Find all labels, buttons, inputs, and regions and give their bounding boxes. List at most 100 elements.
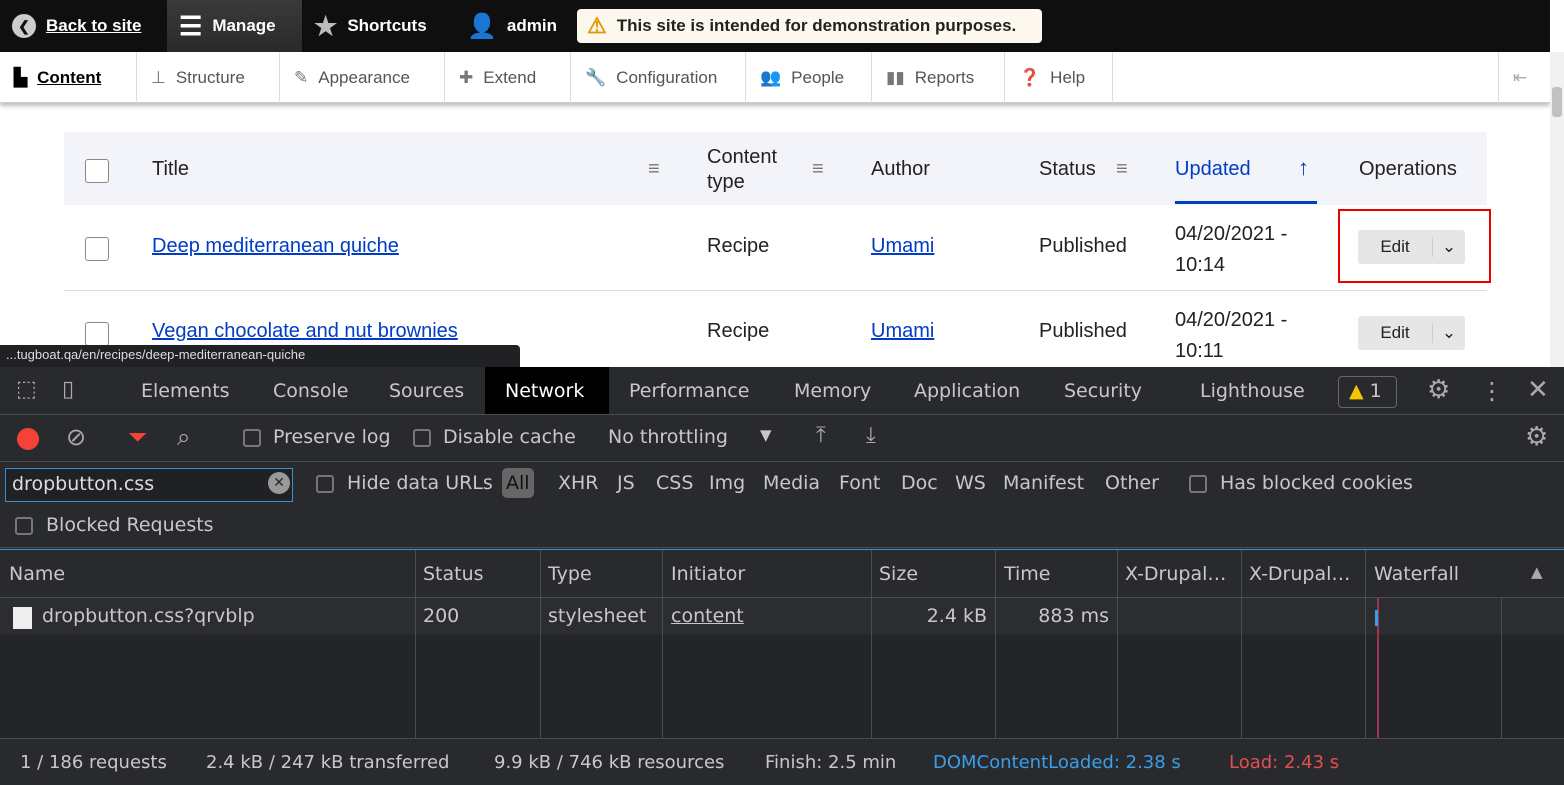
- sort-icon[interactable]: ≡: [648, 158, 660, 181]
- dropdown-arrow-icon[interactable]: ▼: [760, 426, 772, 444]
- col-x-drupal-1[interactable]: X-Drupal…: [1125, 563, 1226, 585]
- type-filter-xhr[interactable]: XHR: [558, 472, 599, 494]
- preserve-log-checkbox[interactable]: [243, 429, 261, 447]
- sort-asc-icon[interactable]: ↑: [1298, 155, 1309, 181]
- blocked-requests-checkbox[interactable]: [15, 517, 33, 535]
- tab-security[interactable]: Security: [1064, 380, 1142, 402]
- type-filter-manifest[interactable]: Manifest: [1003, 472, 1084, 494]
- export-har-icon[interactable]: ⤓: [866, 423, 876, 448]
- tab-lighthouse[interactable]: Lighthouse: [1200, 380, 1305, 402]
- tab-console[interactable]: Console: [273, 380, 348, 402]
- hide-data-urls-checkbox[interactable]: [316, 475, 334, 493]
- settings-gear-icon[interactable]: ⚙: [1427, 375, 1450, 405]
- tab-memory[interactable]: Memory: [794, 380, 871, 402]
- tray-item-appearance[interactable]: ✎ Appearance: [280, 52, 445, 103]
- record-icon[interactable]: [17, 428, 39, 450]
- tab-sources[interactable]: Sources: [389, 380, 464, 402]
- tray-item-people[interactable]: 👥 People: [746, 52, 872, 103]
- col-type[interactable]: Type: [548, 563, 592, 585]
- import-har-icon[interactable]: ⤒: [816, 423, 826, 448]
- warning-count: 1: [1369, 380, 1382, 402]
- type-filter-img[interactable]: Img: [709, 472, 745, 494]
- warnings-badge[interactable]: ▲ 1: [1338, 376, 1397, 408]
- device-toolbar-icon[interactable]: ▯: [62, 377, 74, 402]
- edit-button[interactable]: Edit: [1358, 237, 1433, 257]
- row-author-link[interactable]: Umami: [871, 235, 934, 258]
- sort-icon[interactable]: ≡: [1116, 158, 1128, 181]
- type-filter-other[interactable]: Other: [1105, 472, 1159, 494]
- chevron-down-icon[interactable]: ⌄: [1433, 323, 1465, 343]
- collapse-tray-button[interactable]: ⇤: [1498, 52, 1550, 103]
- tray-item-configuration[interactable]: 🔧 Configuration: [571, 52, 746, 103]
- col-status[interactable]: Status: [423, 563, 484, 585]
- row-checkbox[interactable]: [85, 237, 109, 261]
- type-filter-doc[interactable]: Doc: [901, 472, 938, 494]
- demo-notice: ⚠ This site is intended for demonstration…: [577, 9, 1042, 43]
- request-initiator-link[interactable]: content: [671, 605, 744, 627]
- tray-item-content[interactable]: ▙ Content: [0, 52, 137, 103]
- clear-filter-icon[interactable]: ✕: [268, 472, 290, 494]
- col-time[interactable]: Time: [1004, 563, 1051, 585]
- tray-label: Configuration: [616, 67, 718, 87]
- user-tab[interactable]: 👤 admin: [455, 0, 569, 52]
- network-settings-icon[interactable]: ⚙: [1525, 422, 1548, 452]
- disable-cache-checkbox[interactable]: [413, 429, 431, 447]
- tray-item-structure[interactable]: ⊥ Structure: [137, 52, 280, 103]
- close-devtools-icon[interactable]: ✕: [1527, 375, 1549, 405]
- row-author-link[interactable]: Umami: [871, 320, 934, 343]
- header-content-type[interactable]: Content type: [707, 145, 797, 195]
- type-filter-ws[interactable]: WS: [955, 472, 986, 494]
- col-initiator[interactable]: Initiator: [671, 563, 745, 585]
- edit-dropbutton[interactable]: Edit ⌄: [1358, 230, 1465, 264]
- clear-icon[interactable]: ⊘: [66, 423, 86, 451]
- tab-performance[interactable]: Performance: [629, 380, 749, 402]
- type-filter-css[interactable]: CSS: [656, 472, 693, 494]
- hide-data-urls-label: Hide data URLs: [347, 472, 493, 494]
- throttling-select[interactable]: No throttling: [608, 426, 728, 448]
- back-to-site-link[interactable]: ❮ Back to site: [0, 0, 153, 52]
- summary-load: Load: 2.43 s: [1229, 752, 1340, 773]
- request-name[interactable]: dropbutton.css?qrvblp: [42, 605, 255, 627]
- col-waterfall[interactable]: Waterfall: [1374, 563, 1459, 585]
- col-x-drupal-2[interactable]: X-Drupal…: [1249, 563, 1350, 585]
- notice-text: This site is intended for demonstration …: [616, 16, 1017, 35]
- type-filter-font[interactable]: Font: [839, 472, 880, 494]
- more-options-icon[interactable]: ⋮: [1480, 377, 1504, 405]
- row-type: Recipe: [707, 320, 770, 342]
- tray-item-help[interactable]: ❓ Help: [1005, 52, 1113, 103]
- tab-elements[interactable]: Elements: [141, 380, 230, 402]
- tray-label: Appearance: [318, 67, 410, 87]
- header-status[interactable]: Status: [1039, 158, 1096, 181]
- sort-asc-icon[interactable]: ▲: [1531, 563, 1543, 581]
- chevron-down-icon[interactable]: ⌄: [1433, 237, 1465, 257]
- edit-button[interactable]: Edit: [1358, 323, 1433, 343]
- header-updated[interactable]: Updated: [1175, 158, 1317, 204]
- shortcuts-tab[interactable]: ★ Shortcuts: [302, 0, 439, 52]
- manage-tab[interactable]: ☰ Manage: [167, 0, 302, 52]
- tab-application[interactable]: Application: [914, 380, 1020, 402]
- tray-item-reports[interactable]: ▮▮ Reports: [872, 52, 1005, 103]
- edit-dropbutton[interactable]: Edit ⌄: [1358, 316, 1465, 350]
- type-filter-media[interactable]: Media: [763, 472, 820, 494]
- inspect-element-icon[interactable]: ⬚: [16, 377, 37, 402]
- chevron-left-icon: ❮: [12, 14, 36, 38]
- has-blocked-cookies-checkbox[interactable]: [1189, 475, 1207, 493]
- tray-item-extend[interactable]: ✚ Extend: [445, 52, 571, 103]
- col-name[interactable]: Name: [9, 563, 65, 585]
- type-filter-js[interactable]: JS: [617, 472, 635, 494]
- sort-icon[interactable]: ≡: [812, 158, 824, 181]
- row-title-link[interactable]: Vegan chocolate and nut brownies: [152, 320, 458, 343]
- col-size[interactable]: Size: [879, 563, 918, 585]
- row-title-link[interactable]: Deep mediterranean quiche: [152, 235, 399, 258]
- header-title[interactable]: Title: [152, 158, 189, 181]
- tab-network[interactable]: Network: [485, 367, 609, 414]
- filter-icon[interactable]: ⏷: [128, 423, 147, 451]
- select-all-checkbox[interactable]: [85, 159, 109, 183]
- type-filter-all[interactable]: All: [502, 468, 534, 498]
- filter-input[interactable]: dropbutton.css: [5, 468, 293, 502]
- page-scrollbar[interactable]: [1550, 52, 1564, 367]
- row-checkbox[interactable]: [85, 322, 109, 346]
- collapse-icon: ⇤: [1513, 67, 1528, 87]
- header-author[interactable]: Author: [871, 158, 930, 181]
- search-icon[interactable]: ⌕: [177, 423, 190, 451]
